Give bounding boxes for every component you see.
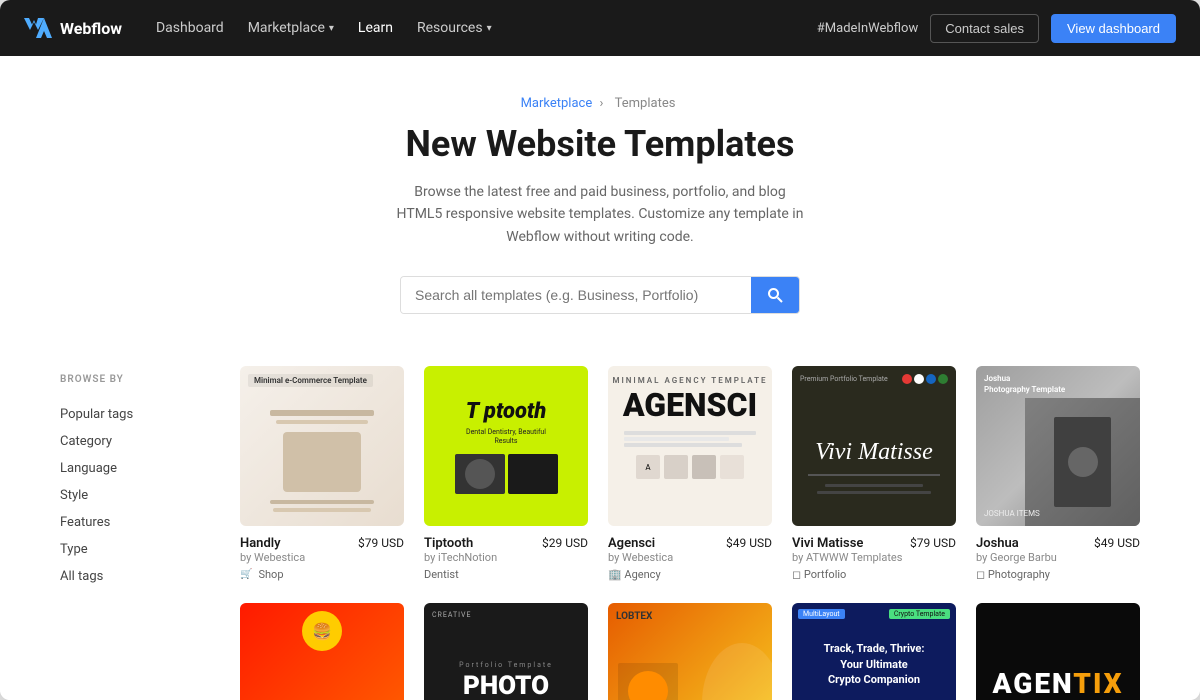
template-thumb-agentix: AGENTIX xyxy=(976,603,1140,700)
brand-logo[interactable]: Webflow xyxy=(24,18,122,38)
template-tags-tiptooth: Dentist xyxy=(424,568,588,581)
template-card-burgers[interactable]: 🍔 BURGERS xyxy=(240,603,404,700)
sidebar-item-language[interactable]: Language xyxy=(60,455,200,482)
template-price-vivi: $79 USD xyxy=(910,536,956,550)
template-thumb-lobtex: LOBTEX xyxy=(608,603,772,700)
template-info-joshua: Joshua $49 USD by George Barbu ◻ Photogr… xyxy=(976,534,1140,583)
search-button[interactable] xyxy=(751,277,799,313)
template-name-joshua: Joshua xyxy=(976,536,1019,551)
template-price-handly: $79 USD xyxy=(358,536,404,550)
template-author-tiptooth: by iTechNotion xyxy=(424,551,588,564)
template-info-handly: Handly $79 USD by Webestica 🛒 Shop xyxy=(240,534,404,583)
search-bar xyxy=(400,276,800,314)
template-card-lobtex[interactable]: LOBTEX xyxy=(608,603,772,700)
sidebar: BROWSE BY Popular tags Category Language… xyxy=(60,366,200,700)
template-thumb-tiptooth: T ptooth Dental Dentistry, Beautiful Res… xyxy=(424,366,588,526)
breadcrumb: Marketplace › Templates xyxy=(20,96,1180,111)
breadcrumb-marketplace[interactable]: Marketplace xyxy=(521,96,593,111)
template-tags-joshua: ◻ Photography xyxy=(976,568,1140,581)
template-card-crypto[interactable]: MultiLayout Crypto Template Track, Trade… xyxy=(792,603,956,700)
template-author-joshua: by George Barbu xyxy=(976,551,1140,564)
content-area: BROWSE BY Popular tags Category Language… xyxy=(0,346,1200,700)
template-tags-agensci: 🏢 Agency xyxy=(608,568,772,581)
template-tag-cart: 🛒 xyxy=(240,568,252,581)
browser-window: Webflow Dashboard Marketplace ▾ Learn Re… xyxy=(0,0,1200,700)
page-title: New Website Templates xyxy=(20,123,1180,165)
sidebar-item-features[interactable]: Features xyxy=(60,509,200,536)
template-thumb-joshua: JoshuaPhotography Template JOSHUA ITEMS xyxy=(976,366,1140,526)
template-thumb-crypto: MultiLayout Crypto Template Track, Trade… xyxy=(792,603,956,700)
template-price-joshua: $49 USD xyxy=(1094,536,1140,550)
template-info-vivi: Vivi Matisse $79 USD by ATWWW Templates … xyxy=(792,534,956,583)
template-name-handly: Handly xyxy=(240,536,281,551)
handly-thumb-badge: Minimal e-Commerce Template xyxy=(248,374,373,387)
sidebar-item-style[interactable]: Style xyxy=(60,482,200,509)
template-card-agentix[interactable]: AGENTIX xyxy=(976,603,1140,700)
page-description: Browse the latest free and paid business… xyxy=(390,181,810,248)
template-thumb-burgers: 🍔 BURGERS xyxy=(240,603,404,700)
browse-by-label: BROWSE BY xyxy=(60,374,200,385)
template-card-joshua[interactable]: JoshuaPhotography Template JOSHUA ITEMS xyxy=(976,366,1140,583)
template-card-photo[interactable]: CREATIVE Portfolio Template PHOTOPORTFOL… xyxy=(424,603,588,700)
brand-name: Webflow xyxy=(60,19,122,38)
marketplace-chevron: ▾ xyxy=(329,23,334,34)
template-info-agensci: Agensci $49 USD by Webestica 🏢 Agency xyxy=(608,534,772,583)
template-thumb-handly: Minimal e-Commerce Template xyxy=(240,366,404,526)
template-tags-vivi: ◻ Portfolio xyxy=(792,568,956,581)
nav-learn[interactable]: Learn xyxy=(348,14,403,42)
templates-grid-row2: 🍔 BURGERS CREATIVE Portfolio Template xyxy=(240,603,1140,700)
search-icon xyxy=(767,287,783,303)
template-card-handly[interactable]: Minimal e-Commerce Template xyxy=(240,366,404,583)
sidebar-item-type[interactable]: Type xyxy=(60,536,200,563)
nav-resources[interactable]: Resources ▾ xyxy=(407,14,502,42)
template-card-agensci[interactable]: MINIMAL AGENCY TEMPLATE AGENSCI A xyxy=(608,366,772,583)
nav-marketplace[interactable]: Marketplace ▾ xyxy=(238,14,344,42)
breadcrumb-separator: › xyxy=(599,96,603,111)
hero-section: Marketplace › Templates New Website Temp… xyxy=(0,56,1200,346)
template-tag-dentist: Dentist xyxy=(424,568,459,581)
contact-sales-button[interactable]: Contact sales xyxy=(930,14,1039,43)
sidebar-item-popular-tags[interactable]: Popular tags xyxy=(60,401,200,428)
templates-area: Minimal e-Commerce Template xyxy=(240,366,1140,700)
search-input[interactable] xyxy=(401,277,751,313)
template-tag-photography: ◻ Photography xyxy=(976,568,1050,581)
sidebar-item-category[interactable]: Category xyxy=(60,428,200,455)
template-name-tiptooth: Tiptooth xyxy=(424,536,473,551)
template-thumb-vivi: Premium Portfolio Template Vivi Matisse xyxy=(792,366,956,526)
nav-links: Dashboard Marketplace ▾ Learn Resources … xyxy=(146,14,793,42)
template-tags-handly: 🛒 Shop xyxy=(240,568,404,581)
nav-dashboard[interactable]: Dashboard xyxy=(146,14,234,42)
template-author-handly: by Webestica xyxy=(240,551,404,564)
hashtag-link[interactable]: #MadeInWebflow xyxy=(817,21,918,36)
navbar: Webflow Dashboard Marketplace ▾ Learn Re… xyxy=(0,0,1200,56)
template-author-vivi: by ATWWW Templates xyxy=(792,551,956,564)
view-dashboard-button[interactable]: View dashboard xyxy=(1051,14,1176,43)
template-thumb-agensci: MINIMAL AGENCY TEMPLATE AGENSCI A xyxy=(608,366,772,526)
main-content: Marketplace › Templates New Website Temp… xyxy=(0,56,1200,700)
navbar-right: #MadeInWebflow Contact sales View dashbo… xyxy=(817,14,1176,43)
template-price-agensci: $49 USD xyxy=(726,536,772,550)
template-tag-portfolio: ◻ Portfolio xyxy=(792,568,846,581)
breadcrumb-current: Templates xyxy=(615,96,676,111)
template-name-vivi: Vivi Matisse xyxy=(792,536,863,551)
template-info-tiptooth: Tiptooth $29 USD by iTechNotion Dentist xyxy=(424,534,588,583)
template-tag-agency: 🏢 Agency xyxy=(608,568,661,581)
template-card-vivi[interactable]: Premium Portfolio Template Vivi Matisse xyxy=(792,366,956,583)
resources-chevron: ▾ xyxy=(487,23,492,34)
template-name-agensci: Agensci xyxy=(608,536,655,551)
template-author-agensci: by Webestica xyxy=(608,551,772,564)
template-thumb-photo: CREATIVE Portfolio Template PHOTOPORTFOL… xyxy=(424,603,588,700)
template-card-tiptooth[interactable]: T ptooth Dental Dentistry, Beautiful Res… xyxy=(424,366,588,583)
template-price-tiptooth: $29 USD xyxy=(542,536,588,550)
templates-grid-row1: Minimal e-Commerce Template xyxy=(240,366,1140,583)
sidebar-item-all-tags[interactable]: All tags xyxy=(60,563,200,590)
template-tag-shop: Shop xyxy=(258,568,283,581)
